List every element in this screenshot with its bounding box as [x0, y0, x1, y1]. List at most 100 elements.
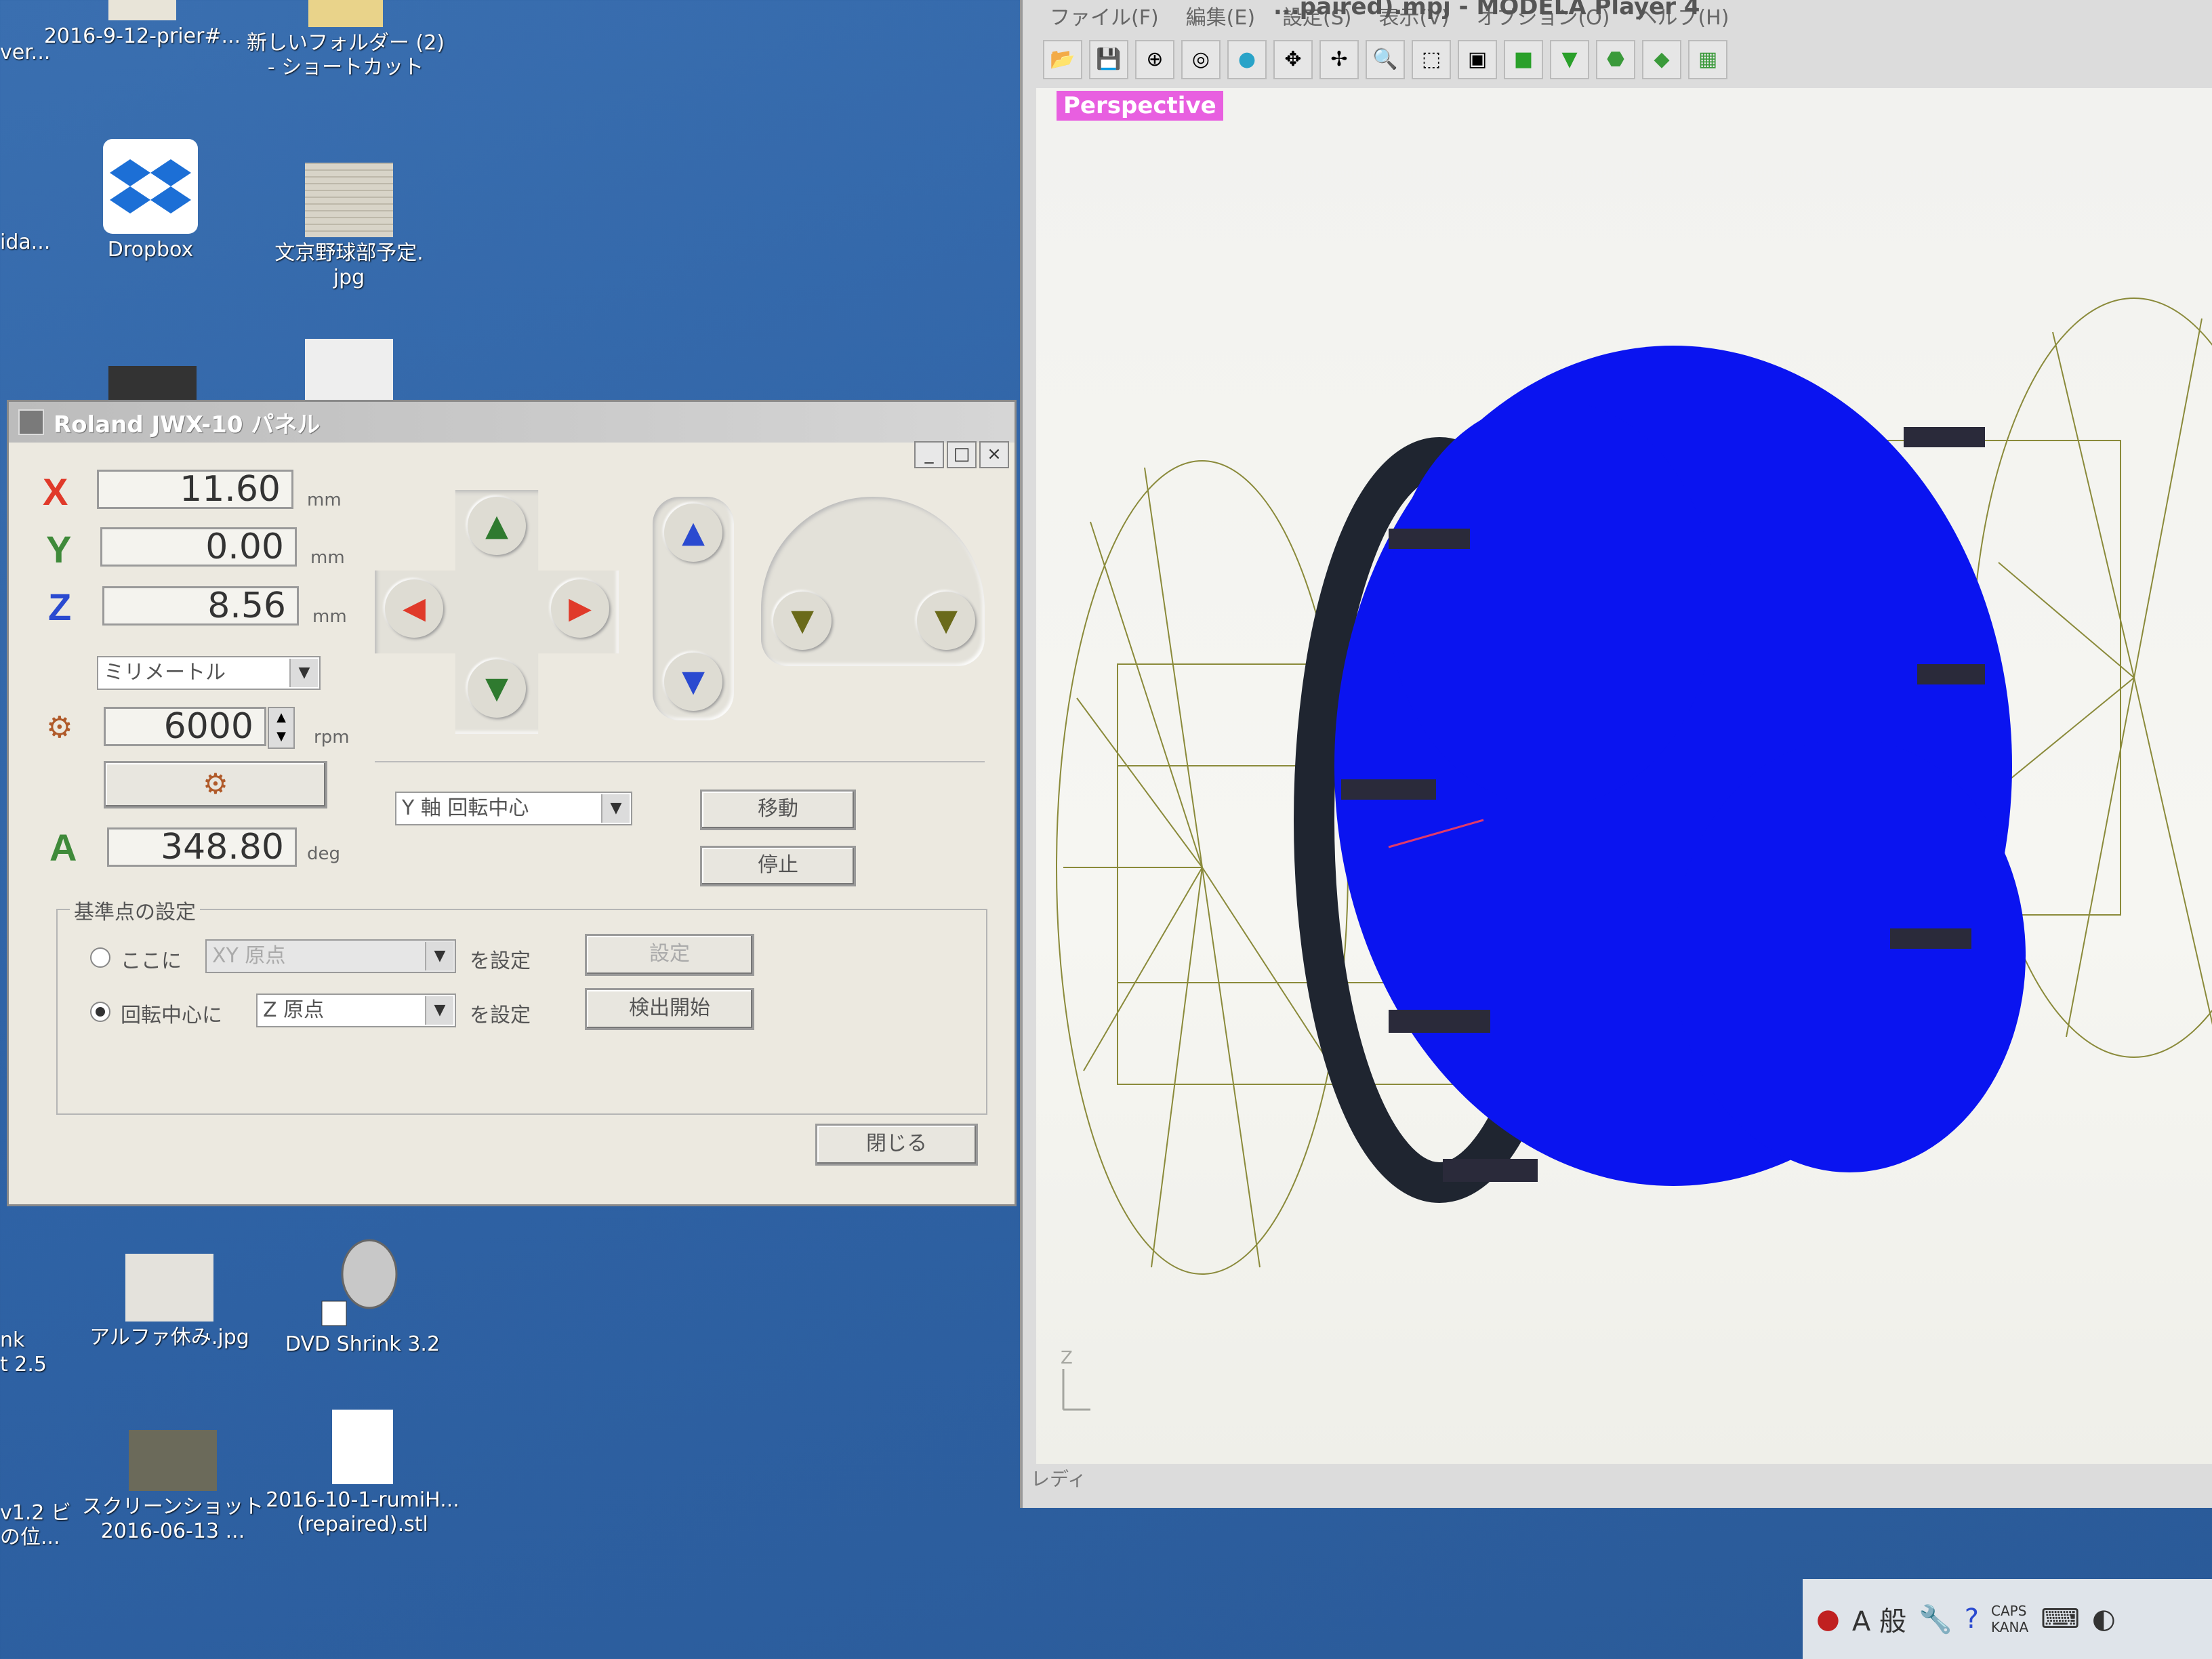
spindle-icon: ⚙	[46, 710, 73, 745]
spindle-icon: ⚙	[203, 767, 228, 800]
desktop-icon-label: スクリーンショット 2016-06-13 ...	[81, 1495, 264, 1543]
panel-titlebar[interactable]: Roland JWX-10 パネル	[9, 402, 1015, 443]
x-value-field: 11.60	[97, 470, 293, 509]
jog-plus-y-button[interactable]: ▲	[468, 497, 526, 555]
rotation-origin-value: Z 原点	[263, 998, 325, 1022]
network-icon[interactable]: ◐	[2092, 1603, 2116, 1635]
keyboard-icon[interactable]: ⌨	[2041, 1603, 2080, 1635]
dropbox-icon	[103, 139, 198, 234]
chevron-down-icon[interactable]: ▼	[425, 996, 453, 1025]
origin-icon[interactable]: ⊕	[1135, 40, 1174, 79]
rotation-origin-select[interactable]: Z 原点 ▼	[256, 994, 456, 1027]
stl-file-icon	[332, 1410, 393, 1484]
model-render: Z	[1056, 298, 2212, 1411]
tray-tool-icon[interactable]: 🔧	[1919, 1603, 1952, 1635]
stop-button[interactable]: 停止	[700, 846, 856, 886]
desktop-icon-screenshot[interactable]: スクリーンショット 2016-06-13 ...	[71, 1430, 274, 1544]
model-view-icon[interactable]: ■	[1504, 40, 1543, 79]
radio-rotation-center-label: 回転中心に	[121, 1004, 222, 1027]
cut-icon[interactable]: ⬣	[1596, 40, 1635, 79]
modela-title: ...paired).mpj - MODELA Player 4	[1273, 0, 1700, 20]
move-button[interactable]: 移動	[700, 790, 856, 830]
window-controls: _ □ ×	[914, 441, 1009, 468]
help-icon[interactable]: ?	[1965, 1603, 1979, 1635]
chevron-down-icon[interactable]: ▼	[601, 794, 630, 823]
jog-minus-a-button[interactable]: ▼	[773, 592, 832, 650]
desktop-icon-label: 2016-9-12-prier#...	[43, 24, 241, 48]
close-button[interactable]: 閉じる	[815, 1124, 978, 1166]
desktop-icon-prier[interactable]: 2016-9-12-prier#...	[41, 0, 244, 49]
rotate-view-icon[interactable]: ✥	[1273, 40, 1313, 79]
desktop-icon-partial[interactable]	[305, 339, 393, 400]
3d-viewport[interactable]: Perspective Z	[1036, 88, 2212, 1464]
jog-minus-z-button[interactable]: ▼	[664, 653, 722, 711]
jog-minus-y-button[interactable]: ▼	[468, 659, 526, 718]
close-icon[interactable]: ×	[979, 441, 1009, 468]
desktop-icon-label: Dropbox	[107, 238, 194, 262]
a-value-field: 348.80	[107, 827, 297, 867]
here-origin-value: XY 原点	[212, 944, 286, 968]
unit-select[interactable]: ミリメートル ▼	[97, 656, 321, 690]
desktop-edge-label: nk t 2.5	[0, 1328, 47, 1376]
jwx-panel-window: Roland JWX-10 パネル _ □ × X 11.60 mm Y 0.0…	[7, 400, 1017, 1206]
y-axis-label: Y	[46, 528, 72, 571]
menu-file[interactable]: ファイル(F)	[1050, 1, 1159, 30]
y-value-field: 0.00	[100, 527, 297, 567]
menu-edit[interactable]: 編集(E)	[1186, 1, 1255, 30]
spindle-speed-field[interactable]: 6000	[104, 707, 266, 746]
y-unit: mm	[310, 548, 345, 568]
here-origin-select[interactable]: XY 原点 ▼	[205, 939, 456, 973]
z-axis-label: Z	[48, 586, 72, 628]
jog-minus-x-button[interactable]: ◀	[385, 579, 443, 638]
zoom-box-icon[interactable]: ▣	[1458, 40, 1497, 79]
desktop-icon-label: 新しいフォルダー (2) - ショートカット	[246, 31, 445, 79]
rotation-axis-value: Y 軸 回転中心	[402, 796, 529, 820]
open-folder-icon[interactable]: 📂	[1043, 40, 1082, 79]
axis-z-label: Z	[1061, 1348, 1073, 1368]
set-button[interactable]: 設定	[585, 934, 754, 976]
file-icon	[108, 0, 176, 20]
globe-icon[interactable]: ◎	[1181, 40, 1221, 79]
maximize-button[interactable]: □	[947, 441, 977, 468]
layout-icon[interactable]: ▦	[1688, 40, 1727, 79]
image-file-icon	[129, 1430, 217, 1491]
detect-start-button[interactable]: 検出開始	[585, 988, 754, 1030]
desktop-icon-bunkyo[interactable]: 文京野球部予定. jpg	[247, 163, 451, 290]
chevron-down-icon[interactable]: ▼	[425, 942, 453, 970]
set-suffix-label: を設定	[470, 949, 531, 973]
x-axis-label: X	[43, 470, 68, 513]
panel-title: Roland JWX-10 パネル	[54, 411, 321, 438]
x-unit: mm	[307, 490, 342, 510]
desktop-icon-dvdshrink[interactable]: DVD Shrink 3.2	[261, 1233, 464, 1357]
app-icon	[18, 409, 44, 435]
folder-shortcut-icon	[308, 0, 383, 27]
jog-plus-x-button[interactable]: ▶	[551, 579, 609, 638]
chevron-down-icon[interactable]: ▼	[289, 659, 318, 687]
minimize-button[interactable]: _	[914, 441, 944, 468]
desktop-icon-stl[interactable]: 2016-10-1-rumiH... (repaired).stl	[261, 1410, 464, 1537]
spindle-toggle-button[interactable]: ⚙	[104, 761, 327, 808]
spindle-unit: rpm	[314, 727, 350, 747]
tool-path-icon[interactable]: ▼	[1550, 40, 1589, 79]
radio-rotation-center[interactable]	[90, 1002, 110, 1022]
origin-settings-title: 基準点の設定	[70, 895, 200, 925]
pan-icon[interactable]: ✢	[1319, 40, 1359, 79]
save-icon[interactable]: 💾	[1089, 40, 1128, 79]
ime-mode[interactable]: A 般	[1852, 1599, 1906, 1639]
desktop-icon-dropbox[interactable]: Dropbox	[49, 139, 252, 262]
radio-here[interactable]	[90, 947, 110, 968]
divider	[375, 761, 985, 762]
desktop-icon-alpha[interactable]: アルファ休み.jpg	[68, 1254, 271, 1350]
image-file-icon	[305, 163, 393, 237]
render-icon[interactable]: ●	[1227, 40, 1267, 79]
jog-plus-z-button[interactable]: ▲	[664, 504, 722, 562]
jog-plus-a-button[interactable]: ▼	[917, 592, 975, 650]
desktop-icon-newfolder[interactable]: 新しいフォルダー (2) - ショートカット	[244, 0, 447, 80]
spindle-stepper[interactable]: ▲ ▼	[268, 707, 295, 749]
axis-gizmo	[1062, 1369, 1090, 1411]
preview-icon[interactable]: ◆	[1642, 40, 1681, 79]
zoom-icon[interactable]: 🔍	[1366, 40, 1405, 79]
ime-icon[interactable]: ●	[1816, 1603, 1840, 1635]
rotation-axis-select[interactable]: Y 軸 回転中心 ▼	[395, 792, 632, 825]
fit-icon[interactable]: ⬚	[1412, 40, 1451, 79]
